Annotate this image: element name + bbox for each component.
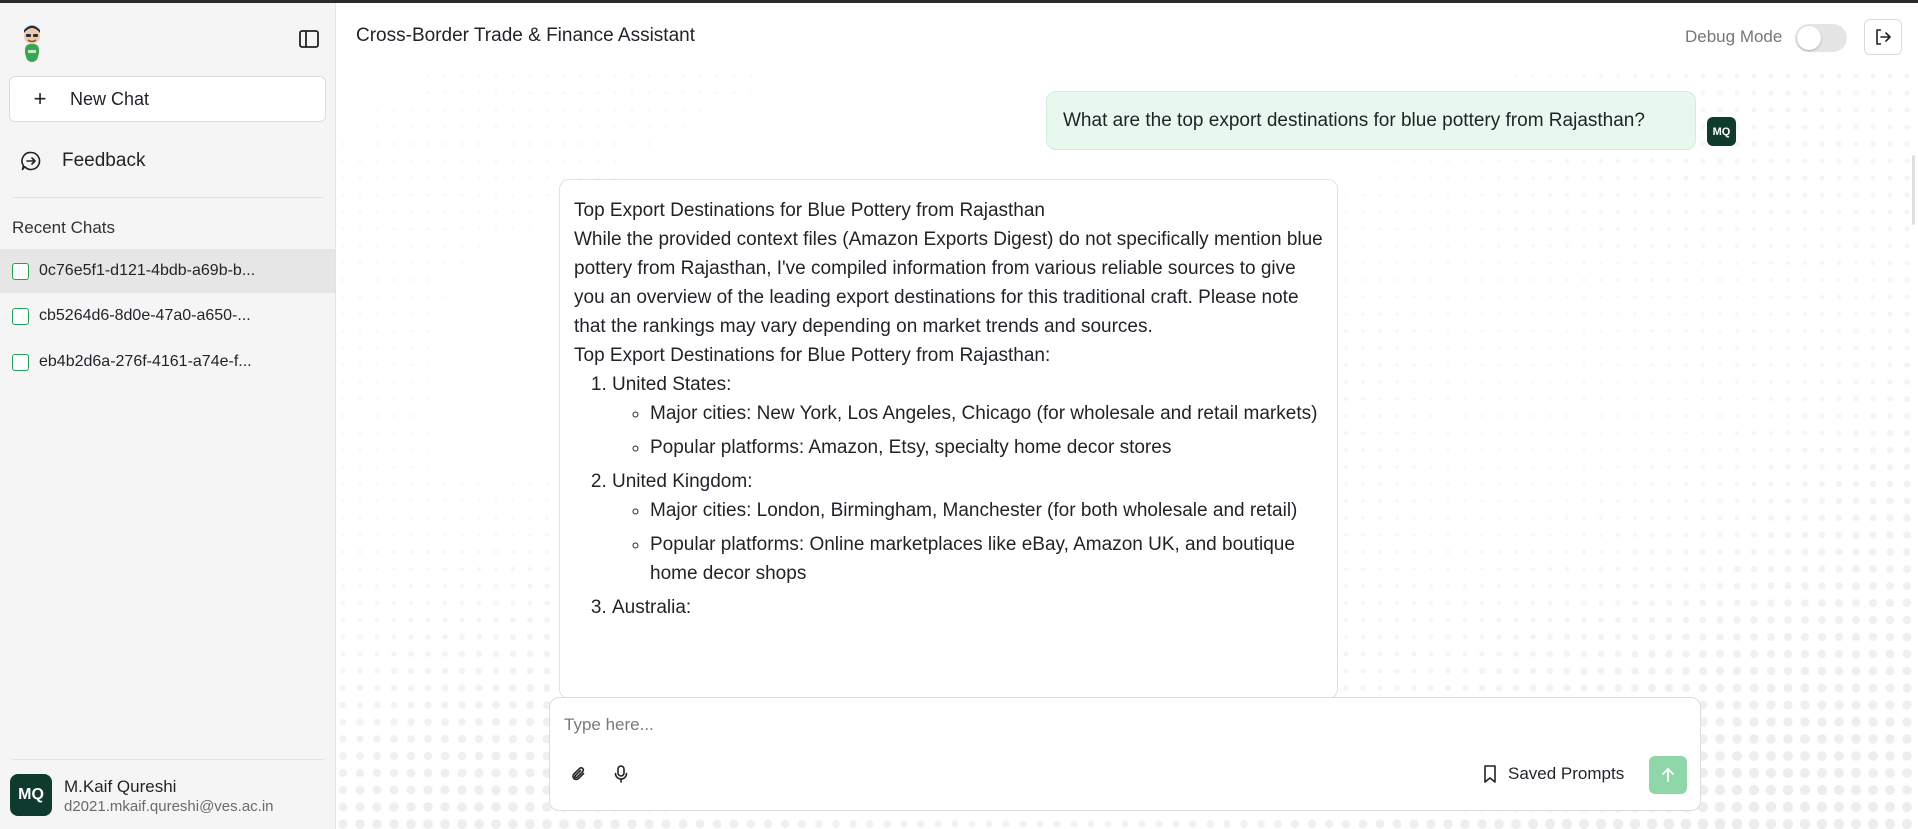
feedback-button[interactable]: Feedback: [9, 141, 326, 181]
logout-icon: [1876, 29, 1891, 45]
new-chat-label: New Chat: [70, 88, 150, 109]
assistant-heading: Top Export Destinations for Blue Pottery…: [574, 200, 1046, 221]
destination-point: Popular platforms: Amazon, Etsy, special…: [650, 433, 1323, 462]
sidebar-divider: [12, 759, 324, 760]
destination-list: United States: Major cities: New York, L…: [612, 370, 1323, 622]
user-name: M.Kaif Qureshi: [64, 777, 177, 796]
destination-points: Major cities: London, Birmingham, Manche…: [650, 496, 1323, 588]
recent-chat-item[interactable]: 0c76e5f1-d121-4bdb-a69b-b...: [0, 249, 335, 293]
page-title: Cross-Border Trade & Finance Assistant: [356, 25, 695, 46]
assistant-subheading: Top Export Destinations for Blue Pottery…: [574, 345, 1051, 366]
paperclip-icon[interactable]: [566, 761, 592, 787]
toggle-knob: [1797, 26, 1821, 50]
destination-name: United Kingdom:: [612, 471, 753, 492]
bookmark-icon: [1484, 765, 1496, 783]
destination-point: Major cities: London, Birmingham, Manche…: [650, 496, 1323, 525]
send-button[interactable]: [1649, 756, 1687, 794]
destination-point: Popular platforms: Online marketplaces l…: [650, 530, 1323, 588]
destination-item: Australia:: [612, 593, 1323, 622]
sidebar-toggle-icon[interactable]: [298, 28, 320, 50]
destination-item: United Kingdom: Major cities: London, Bi…: [612, 467, 1323, 588]
recent-chat-label: 0c76e5f1-d121-4bdb-a69b-b...: [39, 262, 256, 279]
recent-chat-label: eb4b2d6a-276f-4161-a74e-f...: [39, 353, 252, 370]
user-avatar[interactable]: MQ: [10, 774, 52, 816]
debug-mode-label: Debug Mode: [1685, 27, 1783, 46]
plus-icon: +: [33, 86, 47, 111]
arrow-up-icon: [1662, 768, 1674, 782]
destination-points: Major cities: New York, Los Angeles, Chi…: [650, 399, 1323, 462]
logout-button[interactable]: [1864, 19, 1902, 55]
user-message-avatar: MQ: [1707, 117, 1736, 146]
user-email: d2021.mkaif.qureshi@ves.ac.in: [64, 798, 274, 815]
debug-mode-toggle[interactable]: [1795, 24, 1847, 52]
feedback-label: Feedback: [62, 150, 146, 171]
scrollbar-thumb[interactable]: [1912, 155, 1915, 225]
sidebar-divider: [12, 197, 324, 198]
sidebar: + New Chat Feedback Recent Chats 0c76e5f…: [0, 3, 336, 829]
saved-prompts-label: Saved Prompts: [1508, 764, 1625, 783]
destination-item: United States: Major cities: New York, L…: [612, 370, 1323, 462]
feedback-icon: [21, 151, 41, 171]
assistant-message: Top Export Destinations for Blue Pottery…: [559, 179, 1338, 699]
message-input[interactable]: [564, 712, 1684, 738]
message-composer: Saved Prompts: [549, 697, 1701, 811]
saved-prompts-button[interactable]: Saved Prompts: [1482, 759, 1624, 789]
assistant-intro: While the provided context files (Amazon…: [574, 229, 1323, 337]
user-message: What are the top export destinations for…: [1046, 91, 1696, 150]
new-chat-button[interactable]: + New Chat: [9, 76, 326, 122]
recent-chats-title: Recent Chats: [12, 218, 115, 237]
recent-chat-item[interactable]: cb5264d6-8d0e-47a0-a650-...: [0, 294, 335, 338]
destination-point: Major cities: New York, Los Angeles, Chi…: [650, 399, 1323, 428]
recent-chat-item[interactable]: eb4b2d6a-276f-4161-a74e-f...: [0, 340, 335, 384]
microphone-icon[interactable]: [608, 761, 634, 787]
app-logo: [16, 20, 48, 62]
chat-checkbox[interactable]: [12, 262, 29, 280]
recent-chat-label: cb5264d6-8d0e-47a0-a650-...: [39, 307, 251, 324]
chat-checkbox[interactable]: [12, 307, 29, 325]
chat-checkbox[interactable]: [12, 353, 29, 371]
destination-name: United States:: [612, 374, 732, 395]
destination-name: Australia:: [612, 597, 692, 618]
